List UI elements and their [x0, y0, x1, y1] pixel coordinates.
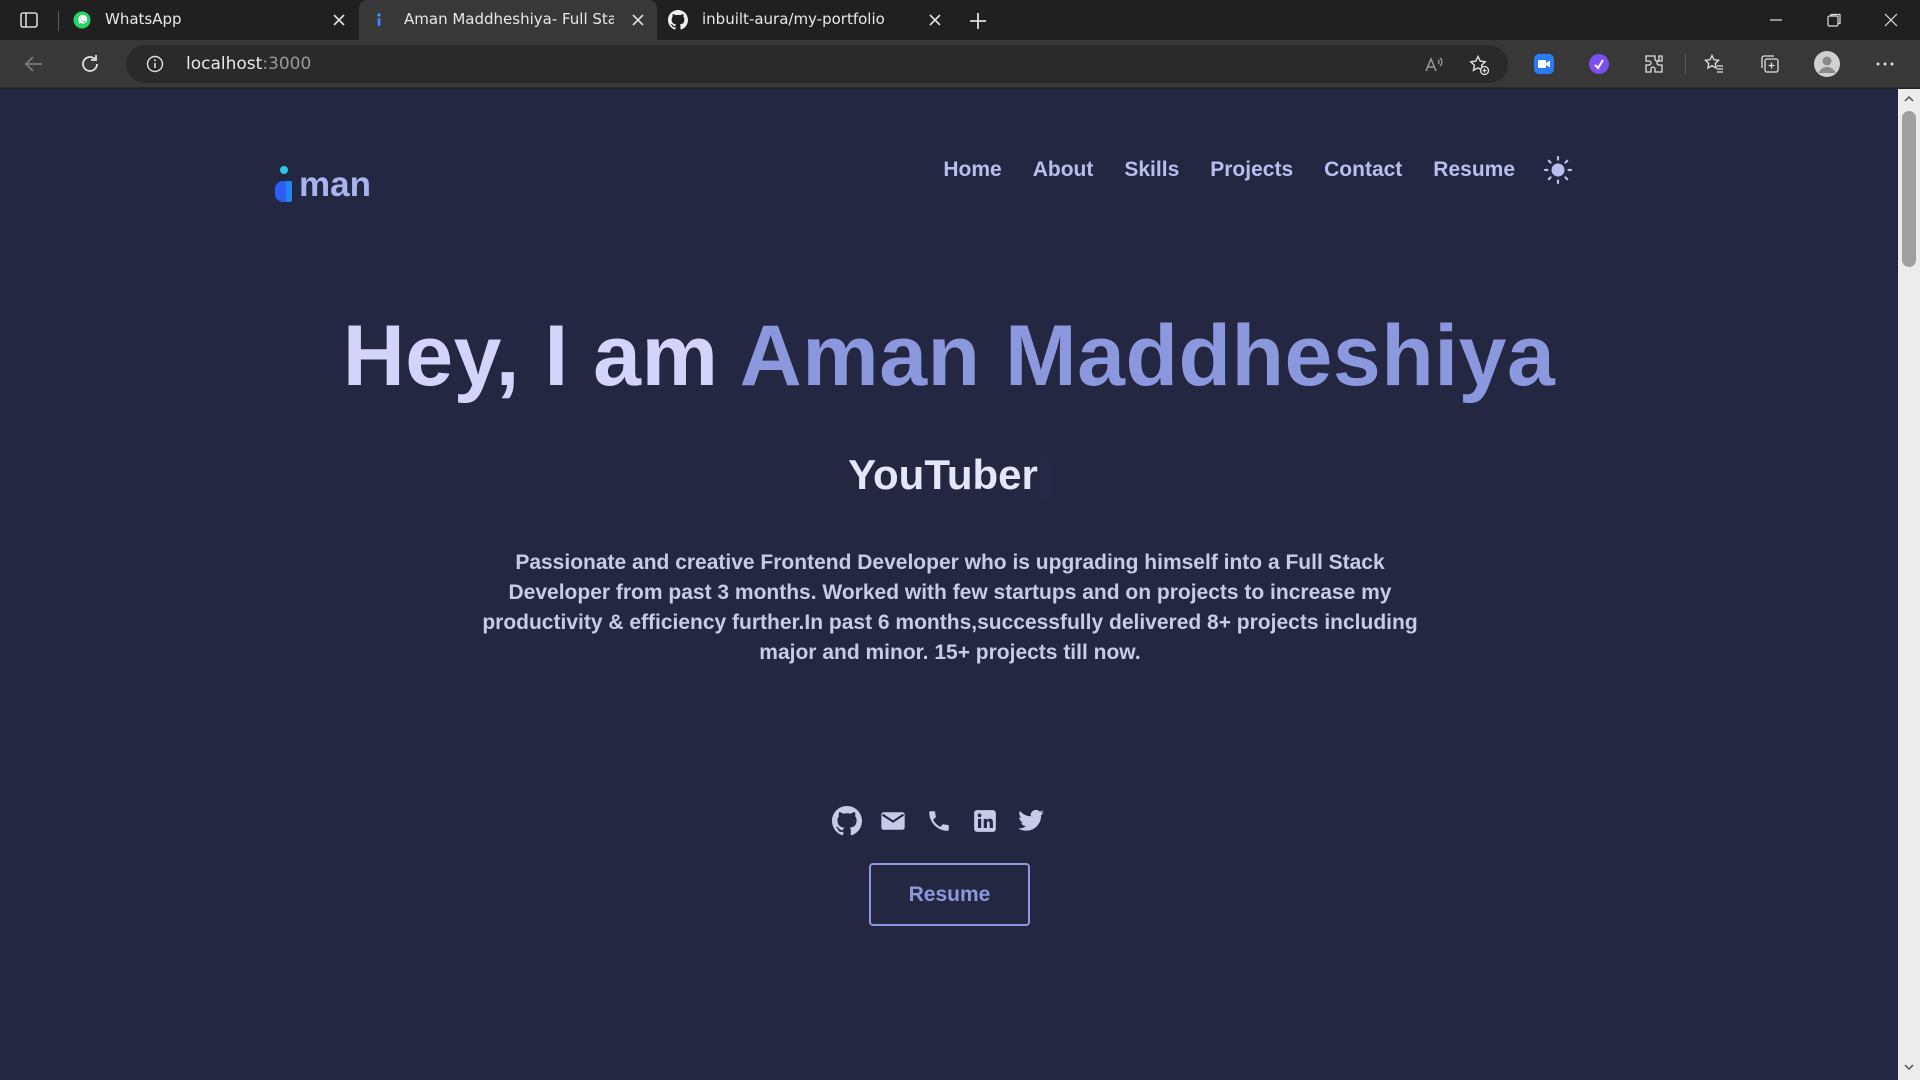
nav-resume[interactable]: Resume: [1433, 158, 1515, 182]
refresh-icon: [82, 55, 98, 72]
new-tab-icon[interactable]: [966, 9, 990, 33]
logo-mark-icon: [275, 166, 292, 202]
add-favorite-icon[interactable]: [1468, 54, 1490, 76]
logo-text: man: [299, 165, 371, 204]
read-aloud-icon[interactable]: [1423, 54, 1445, 76]
close-icon[interactable]: [629, 11, 647, 29]
whatsapp-icon: [73, 11, 91, 29]
address-bar[interactable]: localhost:3000: [126, 45, 1508, 83]
github-icon: [668, 10, 688, 30]
tab-actions-icon[interactable]: [18, 9, 40, 31]
email-link[interactable]: [878, 806, 908, 836]
typed-role-text: YouTuber: [848, 451, 1038, 498]
hero-title: Hey, I am Aman Maddheshiya: [0, 307, 1898, 406]
hero-name: Aman Maddheshiya: [739, 308, 1556, 404]
linkedin-link[interactable]: [970, 806, 1000, 836]
twitter-icon: [1018, 809, 1044, 831]
phone-link[interactable]: [924, 806, 954, 836]
refresh-button[interactable]: [76, 50, 104, 78]
linkedin-icon: [974, 810, 996, 832]
resume-button[interactable]: Resume: [869, 863, 1030, 926]
main-nav: Home About Skills Projects Contact Resum…: [943, 155, 1573, 185]
hero-bio: Passionate and creative Frontend Develop…: [482, 551, 1418, 664]
toolbar-divider: [1685, 54, 1686, 74]
close-icon[interactable]: [926, 11, 944, 29]
page-viewport: man Home About Skills Projects Contact R…: [0, 89, 1898, 1080]
extension-purple-icon[interactable]: [1588, 53, 1610, 75]
browser-toolbar: localhost:3000: [0, 40, 1920, 88]
twitter-link[interactable]: [1016, 806, 1046, 836]
url-text: localhost:3000: [186, 54, 311, 74]
nav-projects[interactable]: Projects: [1210, 158, 1293, 182]
minimize-icon[interactable]: [1766, 10, 1786, 30]
phone-icon: [929, 811, 949, 831]
tab-title: inbuilt-aura/my-portfolio: [702, 10, 885, 28]
url-port: :3000: [262, 54, 312, 74]
more-options-icon[interactable]: [1874, 53, 1896, 75]
tab-bar: WhatsApp Aman Maddheshiya- Full Stack W …: [0, 0, 1920, 40]
sun-icon[interactable]: [1543, 155, 1573, 185]
scrollbar-thumb[interactable]: [1902, 111, 1916, 267]
nav-about[interactable]: About: [1033, 158, 1094, 182]
site-logo[interactable]: man: [273, 153, 371, 203]
tab-title: Aman Maddheshiya- Full Stack W: [404, 10, 614, 28]
nav-home[interactable]: Home: [943, 158, 1001, 182]
back-button[interactable]: [20, 50, 48, 78]
tab-github[interactable]: inbuilt-aura/my-portfolio: [658, 0, 954, 40]
nav-skills[interactable]: Skills: [1124, 158, 1179, 182]
scroll-down-arrow-icon[interactable]: [1903, 1062, 1915, 1072]
typing-cursor: [1039, 457, 1050, 498]
social-links: [832, 806, 1046, 836]
back-arrow-icon: [24, 56, 42, 72]
scroll-up-arrow-icon[interactable]: [1903, 94, 1915, 104]
github-link[interactable]: [832, 806, 862, 836]
tab-portfolio[interactable]: Aman Maddheshiya- Full Stack W: [359, 0, 657, 40]
hero-role: YouTuber: [0, 451, 1898, 499]
close-icon[interactable]: [330, 11, 348, 29]
tab-separator: [58, 11, 59, 31]
collections-icon[interactable]: [1759, 53, 1781, 75]
tab-whatsapp[interactable]: WhatsApp: [62, 0, 358, 40]
profile-avatar-icon[interactable]: [1813, 50, 1841, 78]
extensions-icon[interactable]: [1643, 53, 1665, 75]
mail-icon: [881, 812, 905, 830]
nav-contact[interactable]: Contact: [1324, 158, 1402, 182]
favorites-icon[interactable]: [1703, 53, 1725, 75]
portfolio-favicon-icon: [377, 13, 381, 26]
tab-title: WhatsApp: [105, 10, 182, 28]
info-icon[interactable]: [146, 55, 164, 73]
video-extension-icon[interactable]: [1533, 53, 1555, 75]
url-host: localhost: [186, 54, 263, 74]
github-icon: [832, 806, 862, 836]
hero-greeting: Hey, I am: [342, 308, 719, 404]
restore-icon[interactable]: [1824, 10, 1844, 30]
close-window-icon[interactable]: [1881, 10, 1901, 30]
